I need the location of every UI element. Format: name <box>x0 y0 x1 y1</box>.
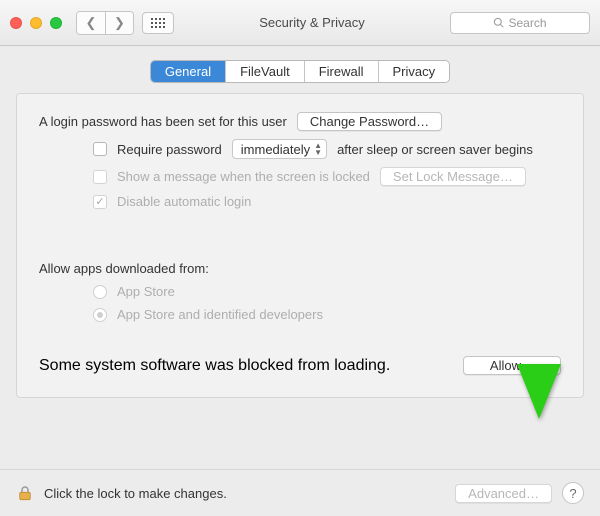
footer: Click the lock to make changes. Advanced… <box>0 469 600 516</box>
search-input[interactable]: Search <box>450 12 590 34</box>
window-title: Security & Privacy <box>182 15 442 30</box>
login-password-text: A login password has been set for this u… <box>39 114 287 129</box>
change-password-button[interactable]: Change Password… <box>297 112 442 131</box>
show-all-button[interactable] <box>142 12 174 34</box>
close-icon[interactable] <box>10 17 22 29</box>
forward-button[interactable]: ❯ <box>105 12 133 34</box>
allow-apps-option-appstore: App Store <box>39 284 561 299</box>
titlebar: ❮ ❯ Security & Privacy Search <box>0 0 600 46</box>
advanced-button[interactable]: Advanced… <box>455 484 552 503</box>
allow-button[interactable]: Allow… <box>463 356 561 375</box>
tab-filevault[interactable]: FileVault <box>225 61 304 82</box>
radio-app-store[interactable] <box>93 285 107 299</box>
general-panel: A login password has been set for this u… <box>16 93 584 398</box>
require-password-label-after: after sleep or screen saver begins <box>337 142 533 157</box>
disable-auto-login-checkbox[interactable]: ✓ <box>93 195 107 209</box>
tab-general[interactable]: General <box>151 61 225 82</box>
blocked-software-row: Some system software was blocked from lo… <box>39 356 561 375</box>
stepper-icon: ▲▼ <box>314 142 322 156</box>
search-placeholder: Search <box>508 16 546 30</box>
disable-auto-login-row: ✓ Disable automatic login <box>39 194 561 209</box>
lock-text: Click the lock to make changes. <box>44 486 227 501</box>
tab-firewall[interactable]: Firewall <box>304 61 378 82</box>
zoom-icon[interactable] <box>50 17 62 29</box>
tab-bar: General FileVault Firewall Privacy <box>0 46 600 93</box>
lock-message-checkbox[interactable] <box>93 170 107 184</box>
radio-app-store-label: App Store <box>117 284 175 299</box>
disable-auto-login-label: Disable automatic login <box>117 194 251 209</box>
set-lock-message-button: Set Lock Message… <box>380 167 526 186</box>
require-password-interval[interactable]: immediately ▲▼ <box>232 139 327 159</box>
blocked-software-text: Some system software was blocked from lo… <box>39 357 390 375</box>
minimize-icon[interactable] <box>30 17 42 29</box>
lock-icon[interactable] <box>16 484 34 502</box>
lock-message-row: Show a message when the screen is locked… <box>39 167 561 186</box>
require-password-label-before: Require password <box>117 142 222 157</box>
window-controls <box>10 17 62 29</box>
help-button[interactable]: ? <box>562 482 584 504</box>
tab-privacy[interactable]: Privacy <box>378 61 450 82</box>
grid-icon <box>151 18 165 28</box>
require-password-row: Require password immediately ▲▼ after sl… <box>39 139 561 159</box>
login-password-row: A login password has been set for this u… <box>39 112 561 131</box>
allow-apps-heading: Allow apps downloaded from: <box>39 261 561 276</box>
nav-back-forward: ❮ ❯ <box>76 11 134 35</box>
require-password-checkbox[interactable] <box>93 142 107 156</box>
allow-apps-option-identified: App Store and identified developers <box>39 307 561 322</box>
lock-message-label: Show a message when the screen is locked <box>117 169 370 184</box>
search-icon <box>493 17 504 28</box>
radio-identified-developers-label: App Store and identified developers <box>117 307 323 322</box>
radio-identified-developers[interactable] <box>93 308 107 322</box>
back-button[interactable]: ❮ <box>77 12 105 34</box>
